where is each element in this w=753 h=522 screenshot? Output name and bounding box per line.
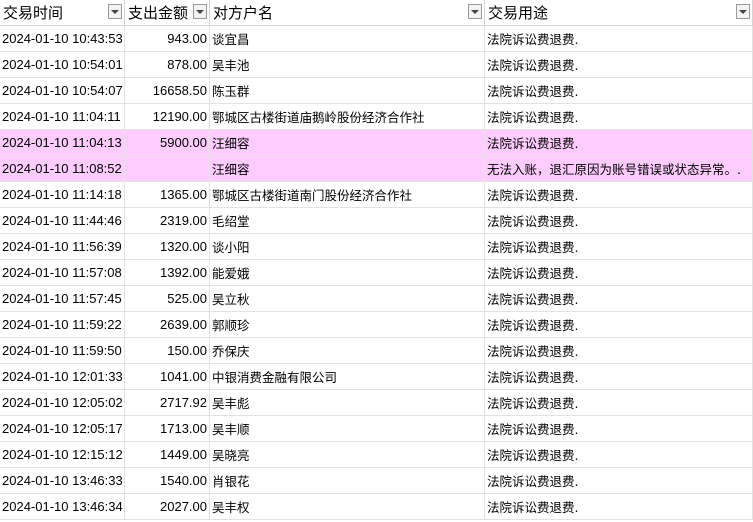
cell-counterparty[interactable]: 汪细容 [210, 130, 485, 156]
filter-dropdown-icon[interactable] [108, 4, 122, 19]
header-time[interactable]: 交易时间 [0, 0, 125, 26]
cell-purpose[interactable]: 法院诉讼费退费. [485, 78, 753, 104]
cell-time[interactable]: 2024-01-10 12:05:17 [0, 416, 125, 442]
cell-amount[interactable]: 1392.00 [125, 260, 210, 286]
cell-purpose[interactable]: 法院诉讼费退费. [485, 260, 753, 286]
header-counterparty[interactable]: 对方户名 [210, 0, 485, 26]
cell-amount[interactable]: 2027.00 [125, 494, 210, 520]
filter-dropdown-icon[interactable] [193, 4, 207, 19]
cell-time[interactable]: 2024-01-10 11:44:46 [0, 208, 125, 234]
header-time-label: 交易时间 [3, 4, 64, 22]
cell-counterparty[interactable]: 毛绍堂 [210, 208, 485, 234]
cell-amount[interactable]: 1041.00 [125, 364, 210, 390]
cell-time[interactable]: 2024-01-10 12:05:02 [0, 390, 125, 416]
cell-amount[interactable]: 1320.00 [125, 234, 210, 260]
cell-amount[interactable]: 150.00 [125, 338, 210, 364]
cell-counterparty[interactable]: 郭顺珍 [210, 312, 485, 338]
cell-counterparty[interactable]: 谈小阳 [210, 234, 485, 260]
cell-time[interactable]: 2024-01-10 13:46:34 [0, 494, 125, 520]
cell-purpose[interactable]: 法院诉讼费退费. [485, 26, 753, 52]
cell-amount[interactable]: 1365.00 [125, 182, 210, 208]
cell-time[interactable]: 2024-01-10 11:08:52 [0, 156, 125, 182]
cell-time[interactable]: 2024-01-10 11:59:22 [0, 312, 125, 338]
cell-purpose[interactable]: 法院诉讼费退费. [485, 468, 753, 494]
header-amount-label: 支出金额 [128, 4, 189, 22]
cell-time[interactable]: 2024-01-10 10:43:53 [0, 26, 125, 52]
cell-purpose[interactable]: 法院诉讼费退费. [485, 208, 753, 234]
cell-time[interactable]: 2024-01-10 11:57:45 [0, 286, 125, 312]
spreadsheet: 交易时间 支出金额 对方户名 交易用途 2024-01-10 10:43:53 9… [0, 0, 753, 522]
cell-counterparty[interactable]: 吴晓亮 [210, 442, 485, 468]
cell-counterparty[interactable]: 吴丰顺 [210, 416, 485, 442]
cell-amount[interactable]: 878.00 [125, 52, 210, 78]
header-purpose-label: 交易用途 [488, 4, 549, 22]
cell-amount[interactable]: 1449.00 [125, 442, 210, 468]
cell-counterparty[interactable]: 鄂城区古楼街道南门股份经济合作社 [210, 182, 485, 208]
cell-counterparty[interactable]: 能爱娥 [210, 260, 485, 286]
cell-time[interactable]: 2024-01-10 11:04:13 [0, 130, 125, 156]
cell-purpose[interactable]: 法院诉讼费退费. [485, 234, 753, 260]
cell-counterparty[interactable]: 谈宜昌 [210, 26, 485, 52]
cell-counterparty[interactable]: 中银消费金融有限公司 [210, 364, 485, 390]
cell-counterparty[interactable]: 吴丰彪 [210, 390, 485, 416]
filter-dropdown-icon[interactable] [468, 4, 482, 19]
cell-counterparty[interactable]: 吴丰池 [210, 52, 485, 78]
cell-counterparty[interactable]: 鄂城区古楼街道庙鹅岭股份经济合作社 [210, 104, 485, 130]
cell-purpose[interactable]: 法院诉讼费退费. [485, 390, 753, 416]
cell-time[interactable]: 2024-01-10 13:46:33 [0, 468, 125, 494]
header-amount[interactable]: 支出金额 [125, 0, 210, 26]
cell-amount[interactable] [125, 156, 210, 182]
cell-amount[interactable]: 525.00 [125, 286, 210, 312]
cell-amount[interactable]: 12190.00 [125, 104, 210, 130]
transaction-table: 交易时间 支出金额 对方户名 交易用途 2024-01-10 10:43:53 9… [0, 0, 753, 520]
cell-time[interactable]: 2024-01-10 10:54:01 [0, 52, 125, 78]
cell-purpose[interactable]: 法院诉讼费退费. [485, 416, 753, 442]
cell-amount[interactable]: 2639.00 [125, 312, 210, 338]
cell-purpose[interactable]: 法院诉讼费退费. [485, 52, 753, 78]
cell-amount[interactable]: 2717.92 [125, 390, 210, 416]
header-purpose[interactable]: 交易用途 [485, 0, 753, 26]
cell-purpose[interactable]: 法院诉讼费退费. [485, 442, 753, 468]
cell-amount[interactable]: 5900.00 [125, 130, 210, 156]
cell-purpose[interactable]: 法院诉讼费退费. [485, 130, 753, 156]
cell-purpose[interactable]: 法院诉讼费退费. [485, 338, 753, 364]
cell-purpose[interactable]: 法院诉讼费退费. [485, 312, 753, 338]
cell-counterparty[interactable]: 陈玉群 [210, 78, 485, 104]
header-counterparty-label: 对方户名 [213, 4, 274, 22]
cell-time[interactable]: 2024-01-10 10:54:07 [0, 78, 125, 104]
cell-amount[interactable]: 16658.50 [125, 78, 210, 104]
cell-counterparty[interactable]: 肖银花 [210, 468, 485, 494]
cell-amount[interactable]: 943.00 [125, 26, 210, 52]
cell-counterparty[interactable]: 吴立秋 [210, 286, 485, 312]
cell-time[interactable]: 2024-01-10 11:14:18 [0, 182, 125, 208]
cell-counterparty[interactable]: 乔保庆 [210, 338, 485, 364]
cell-time[interactable]: 2024-01-10 11:04:11 [0, 104, 125, 130]
cell-amount[interactable]: 1713.00 [125, 416, 210, 442]
cell-purpose[interactable]: 法院诉讼费退费. [485, 286, 753, 312]
cell-purpose[interactable]: 法院诉讼费退费. [485, 494, 753, 520]
cell-purpose[interactable]: 法院诉讼费退费. [485, 364, 753, 390]
cell-purpose[interactable]: 法院诉讼费退费. [485, 182, 753, 208]
cell-counterparty[interactable]: 吴丰权 [210, 494, 485, 520]
cell-amount[interactable]: 2319.00 [125, 208, 210, 234]
cell-time[interactable]: 2024-01-10 11:57:08 [0, 260, 125, 286]
cell-counterparty[interactable]: 汪细容 [210, 156, 485, 182]
cell-purpose[interactable]: 法院诉讼费退费. [485, 104, 753, 130]
cell-time[interactable]: 2024-01-10 12:15:12 [0, 442, 125, 468]
cell-purpose[interactable]: 无法入账，退汇原因为账号错误或状态异常。. [485, 156, 753, 182]
filter-dropdown-icon[interactable] [736, 4, 750, 19]
cell-time[interactable]: 2024-01-10 11:59:50 [0, 338, 125, 364]
cell-time[interactable]: 2024-01-10 12:01:33 [0, 364, 125, 390]
cell-time[interactable]: 2024-01-10 11:56:39 [0, 234, 125, 260]
cell-amount[interactable]: 1540.00 [125, 468, 210, 494]
